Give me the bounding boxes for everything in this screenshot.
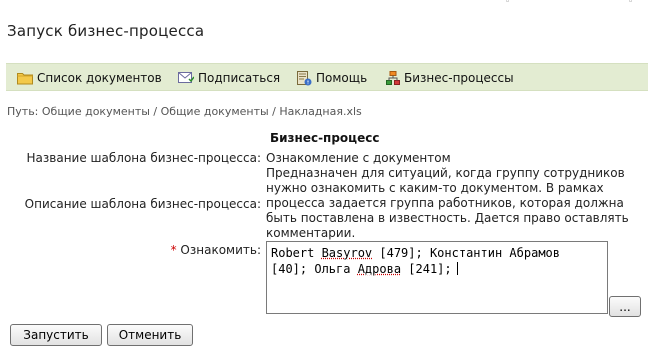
toolbar-help[interactable]: Помощь — [296, 69, 367, 87]
cancel-button[interactable]: Отменить — [107, 324, 193, 346]
template-description-label: Описание шаблона бизнес-процесса: — [24, 197, 261, 211]
familiarize-value-part: Robert — [271, 246, 322, 260]
folder-icon — [17, 73, 33, 85]
page-title: Запуск бизнес-процесса — [7, 22, 205, 40]
familiarize-value-part: Basyrov — [321, 246, 373, 260]
help-book-icon — [297, 70, 312, 85]
template-name-value: Ознакомление с документом — [266, 151, 451, 165]
text-caret — [456, 262, 458, 275]
business-process-icon — [386, 70, 400, 85]
top-scrap: ◦ ◦ — [0, 0, 648, 7]
toolbar: Список документов Подписаться Помощь Биз… — [6, 63, 648, 91]
familiarize-label: * Ознакомить: — [171, 243, 261, 257]
toolbar-business-processes[interactable]: Бизнес-процессы — [386, 69, 514, 87]
envelope-icon — [178, 72, 194, 83]
familiarize-value-part: [241]; — [401, 262, 452, 276]
toolbar-documents-list-label: Список документов — [37, 71, 162, 85]
familiarize-value-part: Адрова — [357, 262, 402, 276]
familiarize-label-text: Ознакомить: — [180, 243, 261, 257]
section-title: Бизнес-процесс — [270, 131, 380, 145]
scrap-dot-icon: ◦ — [628, 0, 634, 7]
familiarize-users-input[interactable]: Robert Basyrov [479]; Константин Абрамов… — [266, 241, 608, 314]
toolbar-subscribe[interactable]: Подписаться — [178, 69, 280, 87]
required-mark: * — [170, 243, 177, 257]
template-name-label: Название шаблона бизнес-процесса: — [26, 151, 261, 165]
template-description-value: Предназначен для ситуаций, когда группу … — [266, 166, 629, 240]
toolbar-business-processes-label: Бизнес-процессы — [404, 71, 514, 85]
toolbar-documents-list[interactable]: Список документов — [17, 69, 162, 87]
scrap-dot-icon: ◦ — [505, 0, 511, 7]
start-button[interactable]: Запустить — [10, 324, 102, 346]
toolbar-help-label: Помощь — [316, 71, 368, 85]
breadcrumb: Путь: Общие документы / Общие документы … — [7, 105, 362, 118]
browse-users-button[interactable]: ... — [609, 296, 641, 317]
toolbar-subscribe-label: Подписаться — [198, 71, 281, 85]
